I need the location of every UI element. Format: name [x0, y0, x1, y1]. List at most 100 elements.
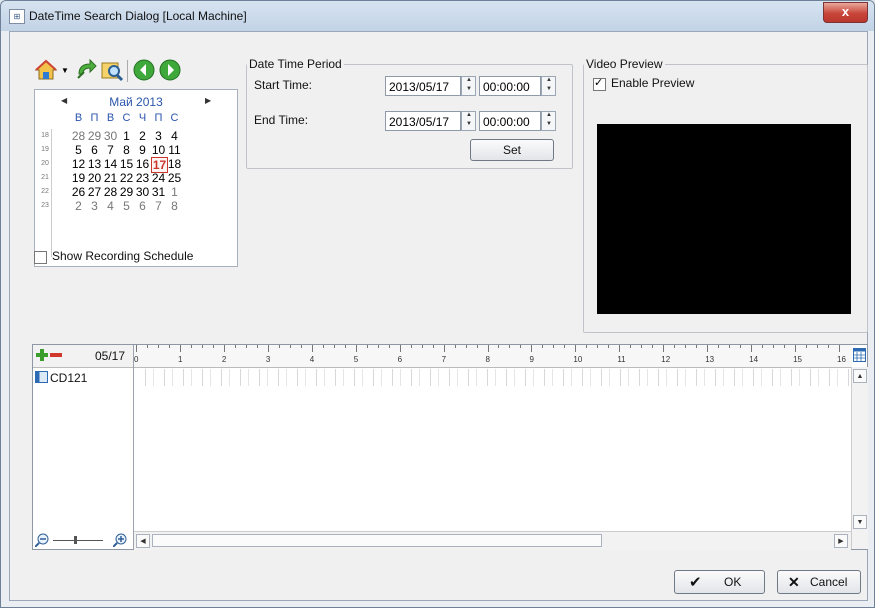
calendar-day[interactable]: 24: [151, 171, 166, 185]
ruler-major-tick: [663, 345, 665, 352]
calendar-day[interactable]: 19: [71, 171, 86, 185]
calendar-day[interactable]: 27: [87, 185, 102, 199]
calendar-day[interactable]: 1: [119, 129, 134, 143]
ruler-major-tick: [839, 345, 840, 352]
horizontal-scroll-thumb[interactable]: [152, 534, 602, 547]
ruler-minor-tick: [256, 345, 258, 348]
end-date-input[interactable]: 2013/05/17: [385, 111, 461, 131]
start-time-spinner[interactable]: [541, 76, 556, 96]
calendar-day[interactable]: 30: [135, 185, 150, 199]
cancel-button[interactable]: ✕ Cancel: [777, 570, 861, 594]
home-icon[interactable]: [34, 58, 58, 82]
start-date-input[interactable]: 2013/05/17: [385, 76, 461, 96]
zoom-slider-track[interactable]: [53, 540, 103, 541]
zoom-in-icon[interactable]: [113, 533, 127, 547]
horizontal-scrollbar[interactable]: ◀ ▶: [134, 531, 851, 550]
previous-icon[interactable]: [132, 58, 156, 82]
ruler-minor-tick: [289, 345, 291, 348]
calendar-day[interactable]: 4: [103, 199, 118, 213]
camera-channel-label[interactable]: CD121: [50, 371, 87, 385]
ruler-minor-tick: [773, 345, 775, 348]
calendar-day[interactable]: 28: [71, 129, 86, 143]
zoom-out-icon[interactable]: [35, 533, 49, 547]
calendar-day[interactable]: 15: [119, 157, 134, 171]
calendar-day[interactable]: 30: [103, 129, 118, 143]
start-date-spinner[interactable]: [461, 76, 476, 96]
calendar-day[interactable]: 5: [71, 143, 86, 157]
calendar-day[interactable]: 20: [87, 171, 102, 185]
scroll-left-icon[interactable]: ◀: [136, 534, 150, 548]
scroll-up-icon[interactable]: ▲: [853, 369, 867, 383]
end-time-input[interactable]: 00:00:00: [479, 111, 541, 131]
ruler-minor-tick: [652, 345, 654, 348]
next-month-arrow-icon[interactable]: ▶: [205, 96, 211, 105]
ruler-major-tick: [443, 345, 445, 352]
calendar-day[interactable]: 31: [151, 185, 166, 199]
timeline-ruler[interactable]: 0 1 2 3 4 5 6 7 8 9 10 11 12 13 14 15 16: [134, 345, 852, 368]
remove-icon[interactable]: [50, 349, 62, 361]
calendar-day[interactable]: 22: [119, 171, 134, 185]
calendar-day[interactable]: 21: [103, 171, 118, 185]
ruler-minor-tick: [465, 345, 467, 348]
window-title: DateTime Search Dialog [Local Machine]: [29, 9, 247, 23]
calendar-day[interactable]: 4: [167, 129, 182, 143]
search-folder-icon[interactable]: [100, 58, 124, 82]
ruler-minor-tick: [333, 345, 335, 348]
set-button[interactable]: Set: [470, 139, 554, 161]
calendar-day[interactable]: 14: [103, 157, 118, 171]
end-time-label: End Time:: [254, 113, 309, 127]
calendar-day[interactable]: 10: [151, 143, 166, 157]
next-icon[interactable]: [158, 58, 182, 82]
end-date-spinner[interactable]: [461, 111, 476, 131]
scroll-right-icon[interactable]: ▶: [834, 534, 848, 548]
calendar-grid-icon[interactable]: [853, 348, 866, 362]
ok-button[interactable]: ✔ OK: [674, 570, 765, 594]
dropdown-arrow-icon[interactable]: ▼: [61, 66, 69, 75]
zoom-slider-thumb[interactable]: [74, 536, 77, 544]
add-icon[interactable]: [36, 349, 48, 361]
ruler-minor-tick: [685, 345, 687, 348]
calendar-day[interactable]: 2: [135, 129, 150, 143]
calendar-day[interactable]: 12: [71, 157, 86, 171]
ruler-hour-label: 2: [221, 355, 227, 364]
end-time-spinner[interactable]: [541, 111, 556, 131]
calendar-day[interactable]: 3: [87, 199, 102, 213]
calendar-day[interactable]: 9: [135, 143, 150, 157]
calendar-day[interactable]: 1: [167, 185, 182, 199]
calendar-day[interactable]: 13: [87, 157, 102, 171]
video-preview-legend: Video Preview: [586, 57, 663, 71]
calendar-week-row: 23 2 3 4 5 6 7 8: [35, 199, 237, 213]
ruler-major-tick: [223, 345, 225, 352]
calendar-day[interactable]: 11: [167, 143, 182, 157]
weekday: С: [122, 112, 131, 124]
calendar-day[interactable]: 6: [87, 143, 102, 157]
vertical-scrollbar[interactable]: ▲ ▼: [851, 367, 868, 549]
scroll-down-icon[interactable]: ▼: [853, 515, 867, 529]
ruler-minor-tick: [740, 345, 742, 348]
ruler-minor-tick: [212, 345, 214, 348]
calendar-day[interactable]: 8: [119, 143, 134, 157]
calendar-day[interactable]: 29: [119, 185, 134, 199]
calendar-day[interactable]: 18: [167, 157, 182, 171]
calendar-day[interactable]: 5: [119, 199, 134, 213]
show-schedule-checkbox[interactable]: [34, 251, 47, 264]
enable-preview-checkbox[interactable]: [593, 76, 606, 91]
refresh-icon[interactable]: [74, 58, 98, 82]
calendar-day[interactable]: 3: [151, 129, 166, 143]
calendar-day[interactable]: 25: [167, 171, 182, 185]
calendar-day[interactable]: 6: [135, 199, 150, 213]
month-calendar[interactable]: ◀ Май 2013 ▶ В П В С Ч П С 18 28 29 30 1 2 3 4 1…: [34, 89, 238, 267]
ruler-minor-tick: [597, 345, 599, 348]
calendar-day[interactable]: 7: [151, 199, 166, 213]
calendar-day[interactable]: 23: [135, 171, 150, 185]
calendar-day[interactable]: 26: [71, 185, 86, 199]
calendar-day[interactable]: 7: [103, 143, 118, 157]
calendar-day[interactable]: 8: [167, 199, 182, 213]
recording-track[interactable]: [135, 369, 851, 386]
calendar-day[interactable]: 2: [71, 199, 86, 213]
calendar-day[interactable]: 16: [135, 157, 150, 171]
start-time-input[interactable]: 00:00:00: [479, 76, 541, 96]
calendar-day[interactable]: 28: [103, 185, 118, 199]
calendar-day[interactable]: 29: [87, 129, 102, 143]
close-button[interactable]: x: [823, 2, 868, 23]
